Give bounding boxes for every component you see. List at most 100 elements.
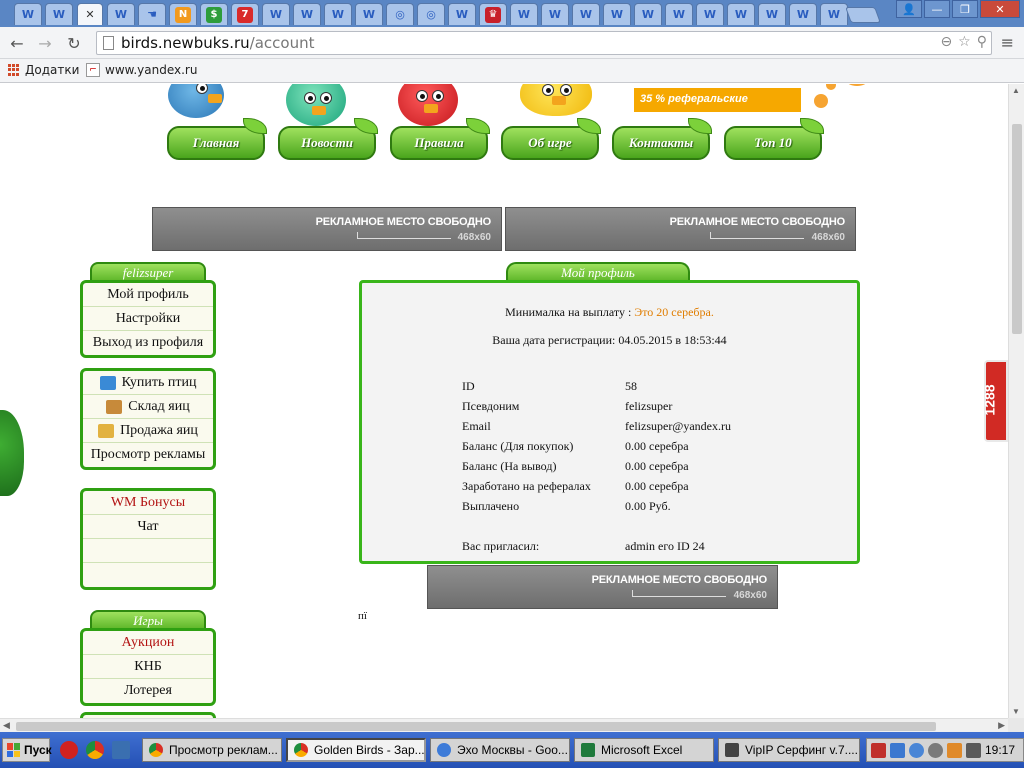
bookmark-label: Додатки — [25, 63, 80, 77]
nav-about-button[interactable]: Об игре — [501, 118, 601, 160]
system-tray: 19:17 — [866, 738, 1024, 762]
tab-owl-icon[interactable]: ◎ — [417, 3, 445, 25]
task-ad-view[interactable]: Просмотр реклам... — [142, 738, 282, 762]
tab-wikipedia[interactable]: W — [665, 3, 693, 25]
menu-wm-bonus[interactable]: WM Бонусы — [83, 491, 213, 515]
tab-wikipedia[interactable]: W — [107, 3, 135, 25]
invited-value: admin его ID 24 — [625, 539, 705, 553]
clock[interactable]: 19:17 — [985, 743, 1015, 757]
nav-contacts-button[interactable]: Контакты — [612, 118, 712, 160]
menu-my-profile[interactable]: Мой профиль — [83, 283, 213, 307]
menu-buy-birds[interactable]: Купить птиц — [83, 371, 213, 395]
menu-logout[interactable]: Выход из профиля — [83, 331, 213, 355]
scroll-up-icon[interactable]: ▲ — [1012, 86, 1020, 95]
new-tab-button[interactable] — [845, 7, 881, 23]
chrome-icon[interactable] — [86, 741, 104, 759]
address-bar[interactable]: birds.newbuks.ru/account ⊖ ☆ ⚲ — [96, 31, 992, 55]
excel-icon — [581, 743, 595, 757]
menu-auction[interactable]: Аукцион — [83, 631, 213, 655]
network-icon[interactable] — [890, 742, 905, 758]
opera-icon[interactable] — [60, 741, 78, 759]
menu-settings[interactable]: Настройки — [83, 307, 213, 331]
tab-wikipedia[interactable]: W — [696, 3, 724, 25]
zoom-icon[interactable]: ⊖ — [940, 34, 952, 50]
task-excel[interactable]: Microsoft Excel — [574, 738, 714, 762]
scroll-down-icon[interactable]: ▼ — [1012, 707, 1020, 716]
menu-sell-eggs[interactable]: Продажа яиц — [83, 419, 213, 443]
menu-icon[interactable]: ≡ — [1001, 33, 1014, 52]
tab-wikipedia[interactable]: W — [448, 3, 476, 25]
restore-icon[interactable]: ❐ — [952, 0, 978, 18]
nav-rules-button[interactable]: Правила — [390, 118, 490, 160]
field-label: ID — [462, 379, 475, 393]
user-profile-icon[interactable]: 👤 — [896, 0, 922, 18]
menu-lottery[interactable]: Лотерея — [83, 679, 213, 703]
tab-n-icon[interactable]: N — [169, 3, 197, 25]
tab-crown-icon[interactable]: ♛ — [479, 3, 507, 25]
task-echo-moscow[interactable]: Эхо Москвы - Goo... — [430, 738, 570, 762]
task-vipip[interactable]: VipIP Серфинг v.7.... — [718, 738, 860, 762]
tab-wikipedia[interactable]: W — [355, 3, 383, 25]
extension-icon[interactable]: ⚲ — [977, 34, 987, 50]
forward-arrow-icon[interactable]: → — [34, 33, 56, 53]
tab-wikipedia[interactable]: W — [541, 3, 569, 25]
side-counter-widget[interactable]: 1288 — [982, 360, 1008, 442]
tab-hand-icon[interactable]: ☚ — [138, 3, 166, 25]
tab-dollar-icon[interactable]: $ — [200, 3, 228, 25]
start-button[interactable]: Пуск — [2, 738, 52, 762]
referral-banner[interactable]: 35 % реферальские — [634, 88, 801, 112]
tab-wikipedia[interactable]: W — [324, 3, 352, 25]
tray-connection-icon[interactable] — [966, 742, 981, 758]
ad-banner[interactable]: РЕКЛАМНОЕ МЕСТО СВОБОДНО 468x60 — [427, 565, 778, 609]
bookmark-apps[interactable]: Додатки — [8, 63, 79, 77]
tray-security-icon[interactable] — [928, 742, 943, 758]
tab-active-close-icon[interactable]: ✕ — [77, 3, 103, 25]
volume-icon[interactable] — [947, 742, 962, 758]
field-value: felizsuper@yandex.ru — [625, 419, 732, 433]
menu-egg-storage[interactable]: Склад яиц — [83, 395, 213, 419]
tab-wikipedia[interactable]: W — [510, 3, 538, 25]
tab-wikipedia[interactable]: W — [758, 3, 786, 25]
tab-wikipedia[interactable]: W — [634, 3, 662, 25]
scroll-left-icon[interactable]: ◀ — [3, 720, 10, 731]
tab-wikipedia[interactable]: W — [45, 3, 73, 25]
ad-banner[interactable]: РЕКЛАМНОЕ МЕСТО СВОБОДНО 468x60 — [505, 207, 856, 251]
menu-chat[interactable]: Чат — [83, 515, 213, 539]
tray-app-icon[interactable] — [871, 742, 886, 758]
tab-wikipedia[interactable]: W — [603, 3, 631, 25]
back-arrow-icon[interactable]: ← — [6, 33, 28, 53]
nav-top10-button[interactable]: Топ 10 — [724, 118, 824, 160]
field-value: 0.00 серебра — [625, 459, 689, 473]
menu-view-ads[interactable]: Просмотр рекламы — [83, 443, 213, 467]
address-host: birds.newbuks.ru — [121, 34, 250, 52]
field-label: Заработано на рефералах — [462, 479, 591, 493]
tab-wikipedia[interactable]: W — [820, 3, 848, 25]
tray-globe-icon[interactable] — [909, 742, 924, 758]
scroll-thumb[interactable] — [1012, 124, 1022, 334]
box-icon — [106, 399, 123, 414]
nav-news-button[interactable]: Новости — [278, 118, 378, 160]
task-golden-birds[interactable]: Golden Birds - Зар... — [286, 738, 426, 762]
horizontal-scrollbar[interactable]: ◀ ▶ — [0, 718, 1008, 732]
tab-wikipedia[interactable]: W — [727, 3, 755, 25]
minimize-icon[interactable]: — — [924, 0, 950, 18]
vertical-scrollbar[interactable]: ▲ ▼ — [1008, 84, 1024, 718]
window-close-icon[interactable]: ✕ — [980, 0, 1020, 18]
scroll-thumb[interactable] — [16, 722, 936, 731]
desktop-icon[interactable] — [112, 741, 130, 759]
scroll-right-icon[interactable]: ▶ — [998, 720, 1005, 731]
profile-panel: Минималка на выплату : Это 20 серебра. В… — [359, 280, 860, 564]
tab-seven-icon[interactable]: 7 — [231, 3, 259, 25]
bookmark-yandex[interactable]: ⌐ www.yandex.ru — [86, 63, 197, 77]
ad-banner[interactable]: РЕКЛАМНОЕ МЕСТО СВОБОДНО 468x60 — [152, 207, 502, 251]
tab-wikipedia[interactable]: W — [14, 3, 42, 25]
nav-home-button[interactable]: Главная — [167, 118, 267, 160]
tab-wikipedia[interactable]: W — [789, 3, 817, 25]
tab-wikipedia[interactable]: W — [293, 3, 321, 25]
tab-wikipedia[interactable]: W — [262, 3, 290, 25]
tab-owl-icon[interactable]: ◎ — [386, 3, 414, 25]
menu-rps[interactable]: КНБ — [83, 655, 213, 679]
reload-icon[interactable]: ↻ — [63, 33, 85, 53]
star-icon[interactable]: ☆ — [958, 34, 971, 50]
tab-wikipedia[interactable]: W — [572, 3, 600, 25]
